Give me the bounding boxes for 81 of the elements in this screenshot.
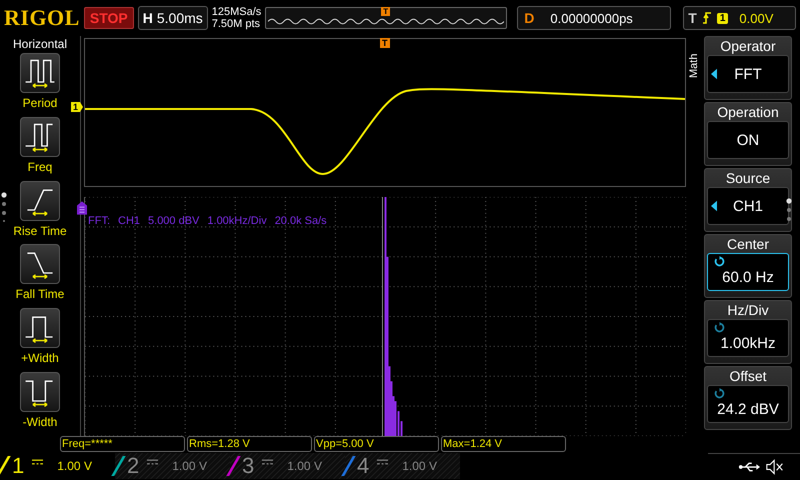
measure-button[interactable] xyxy=(20,116,60,157)
timebase-panel[interactable]: H 5.00ms xyxy=(138,6,208,30)
menu-item-title: Source xyxy=(726,169,770,187)
fft-info-text: 5.000 dBV xyxy=(148,215,200,227)
rotate-icon xyxy=(714,256,725,267)
channel-number: 2 xyxy=(127,453,140,479)
menu-item-value: ON xyxy=(736,132,760,148)
fft-info-text: 20.0k Sa/s xyxy=(274,215,327,227)
delay-panel[interactable]: D 0.00000000ps xyxy=(517,6,672,30)
channel-marker[interactable]: 1 xyxy=(71,102,84,112)
menu-item[interactable]: Operator FFT xyxy=(704,36,792,100)
menu-item-title: Offset xyxy=(729,367,767,385)
menu-item-title: Hz/Div xyxy=(727,301,769,319)
measurement-readout: Vpp=5.00 V xyxy=(314,436,439,452)
channel-number: 3 xyxy=(242,453,254,479)
menu-title: Horizontal xyxy=(12,37,68,51)
menu-item[interactable]: Offset 24.2 dBV xyxy=(704,366,792,430)
timebase-value: 5.00ms xyxy=(156,10,203,26)
rising-edge-icon xyxy=(702,11,712,25)
math-marker-icon[interactable] xyxy=(77,201,87,215)
dc-coupling-icon xyxy=(377,458,388,466)
channel-number: 4 xyxy=(357,453,370,479)
menu-item-value: FFT xyxy=(734,66,762,82)
rotate-icon xyxy=(714,388,725,399)
menu-title: Math xyxy=(688,52,701,78)
left-triangle-icon xyxy=(711,68,717,80)
measure-label: -Width xyxy=(22,415,58,430)
page-indicator-icon xyxy=(786,198,792,222)
page-indicator-icon xyxy=(1,192,7,222)
menu-item-title: Operation xyxy=(717,103,779,121)
measure-button[interactable] xyxy=(20,372,60,412)
delay-value: 0.00000000ps xyxy=(550,10,633,26)
measure-button[interactable] xyxy=(20,180,60,221)
dc-coupling-icon xyxy=(32,458,44,466)
measure-label: Freq xyxy=(28,160,52,174)
trigger-marker: T xyxy=(381,7,390,16)
channel-number: 1 xyxy=(12,453,24,479)
channel-scale: 1.00 V xyxy=(172,459,207,473)
trigger-level: 0.00V xyxy=(739,10,774,26)
measure-label: Fall Time xyxy=(16,287,64,302)
menu-item-value: 1.00kHz xyxy=(720,334,776,352)
measurement-readout: Freq=***** xyxy=(60,436,185,452)
wave-overview-icon xyxy=(268,17,504,26)
measurement-readout: Max=1.24 V xyxy=(441,436,566,452)
usb-icon xyxy=(738,460,760,472)
menu-item-title: Center xyxy=(726,235,770,253)
fft-info-text: FFT: xyxy=(88,215,110,227)
delay-label: D xyxy=(523,10,536,26)
menu-item-value: CH1 xyxy=(732,198,763,214)
dc-coupling-icon xyxy=(147,458,158,466)
trigger-panel[interactable]: T 1 0.00V xyxy=(683,6,796,30)
channel-scale: 1.00 V xyxy=(57,459,92,473)
measurement-readout: Rms=1.28 V xyxy=(187,436,312,452)
left-triangle-icon xyxy=(711,200,717,212)
sample-rate: 125MSa/s xyxy=(212,6,262,18)
menu-item[interactable]: Operation ON xyxy=(704,102,792,166)
menu-item-value: 60.0 Hz xyxy=(722,268,774,286)
channel-scale: 1.00 V xyxy=(287,459,322,473)
measure-label: Rise Time xyxy=(13,224,67,238)
menu-item-title: Operator xyxy=(720,37,776,55)
fft-info-text: 1.00kHz/Div xyxy=(207,215,267,227)
measure-label: +Width xyxy=(21,351,59,366)
trigger-label: T xyxy=(688,10,697,26)
logo: RIGOL xyxy=(4,5,80,31)
rotate-icon xyxy=(714,322,725,333)
menu-item[interactable]: Center 60.0 Hz xyxy=(704,234,792,298)
menu-item[interactable]: Hz/Div 1.00kHz xyxy=(704,300,792,364)
measure-button[interactable] xyxy=(20,308,60,348)
measure-button[interactable] xyxy=(20,53,60,93)
measure-label: Period xyxy=(22,96,58,110)
menu-item[interactable]: Source CH1 xyxy=(704,168,792,232)
memory-depth: 7.50M pts xyxy=(212,18,262,30)
speaker-muted-icon xyxy=(766,458,784,474)
channel-scale: 1.00 V xyxy=(402,459,437,473)
trigger-channel: 1 xyxy=(716,12,728,24)
fft-info-text: CH1 xyxy=(118,215,140,227)
menu-item-value: 24.2 dBV xyxy=(717,400,779,418)
dc-coupling-icon xyxy=(262,458,274,466)
timebase-label: H xyxy=(142,10,154,26)
measure-button[interactable] xyxy=(20,244,60,284)
trigger-marker[interactable]: T xyxy=(380,38,390,48)
